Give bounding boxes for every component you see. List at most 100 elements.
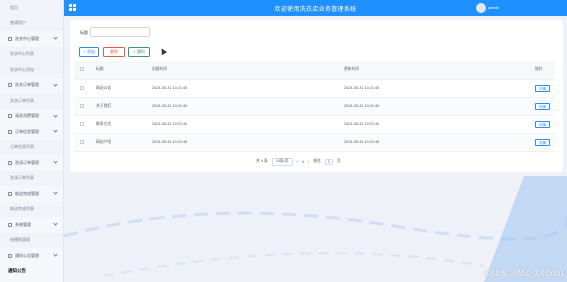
sidebar-item[interactable]: 清洗消费管理	[0, 109, 63, 125]
sidebar-item[interactable]: 洗涤订单管理	[0, 155, 63, 171]
chevron-down-icon	[53, 81, 58, 87]
column-header-created[interactable]: 创建时间	[148, 61, 340, 80]
sidebar-item[interactable]: 洗衣中心列表	[0, 46, 63, 62]
select-all-checkbox-cell[interactable]	[74, 61, 92, 80]
top-bar: 欢迎使用洗衣店业务管理系统 admin	[64, 0, 567, 16]
title-search-input[interactable]	[90, 27, 150, 37]
chevron-down-icon	[53, 190, 58, 195]
row-checkbox-cell[interactable]	[74, 133, 92, 152]
menu-group-icon	[8, 191, 12, 196]
goto-page-input[interactable]: 1	[324, 158, 333, 165]
delete-button[interactable]: 删除	[103, 47, 125, 57]
detail-button[interactable]: 详情	[535, 84, 550, 92]
row-checkbox-cell[interactable]	[74, 97, 92, 116]
sidebar-item[interactable]: 洗衣订单管理	[0, 78, 63, 94]
table-header-row: 标题 创建时间 更新时间 操作	[74, 61, 555, 80]
sidebar-item[interactable]: 普通用户	[0, 15, 63, 31]
notice-table: 标题 创建时间 更新时间 操作 网站公告 2024-05-31 10:21:49 2…	[74, 61, 555, 152]
chevron-down-icon	[53, 112, 58, 118]
search-label: 标题	[80, 30, 88, 35]
cell-created: 2024-05-31 10:21:49	[148, 115, 340, 134]
page-number-current[interactable]: 1	[302, 160, 304, 164]
chevron-down-icon	[53, 252, 58, 257]
sidebar-item-label: 洗涤订单管理	[15, 159, 39, 165]
sidebar-item[interactable]: 轮播图管理	[0, 232, 63, 248]
content-card: 标题 + 添加 删除 + 通知 标题 创建时间 更新时间 操作 网站公告 2024…	[70, 20, 563, 172]
table-row[interactable]: 网站公告 2024-05-31 10:21:49 2024-05-31 10:21:…	[74, 79, 555, 98]
checkbox-icon[interactable]	[80, 121, 84, 126]
sidebar-item[interactable]: 系统管理	[0, 217, 63, 233]
sidebar-item-label: 洗衣中心添加	[10, 66, 34, 72]
cell-updated: 2024-05-31 10:21:49	[340, 97, 531, 116]
notify-button[interactable]: + 通知	[128, 47, 150, 57]
sidebar-item[interactable]: 取送完成管理	[0, 186, 63, 202]
sidebar-item-label: 系统管理	[15, 221, 31, 227]
prev-page-button[interactable]: ‹	[297, 160, 298, 164]
sidebar-item-label: 洗衣订单管理	[15, 82, 39, 88]
chevron-down-icon	[53, 35, 58, 40]
cell-created: 2024-05-31 10:21:49	[148, 79, 340, 98]
cell-title: 网站介绍	[92, 133, 148, 152]
sidebar-item[interactable]: 首页	[0, 0, 63, 16]
page-size-select[interactable]: 10条/页	[271, 157, 293, 166]
chevron-down-icon	[53, 128, 58, 133]
sidebar-item-label: 取送完成管理	[15, 190, 39, 196]
cell-actions: 详情	[531, 79, 555, 98]
cell-title: 关于我们	[92, 97, 148, 116]
menu-group-icon	[8, 36, 12, 41]
row-checkbox-cell[interactable]	[74, 79, 92, 98]
cell-updated: 2024-05-31 10:21:49	[340, 79, 531, 98]
table-row[interactable]: 网站介绍 2024-05-31 10:21:49 2024-05-31 10:21:…	[74, 133, 555, 152]
sidebar-item-label: 洗涤订单列表	[10, 175, 34, 181]
menu-group-icon	[8, 253, 12, 258]
sidebar-item[interactable]: 洗衣中心管理	[0, 31, 63, 47]
watermark: CSDN @MZ_ZXD001	[483, 269, 565, 278]
menu-group-icon	[8, 114, 12, 119]
sidebar-item[interactable]: 洗衣订单列表	[0, 93, 63, 109]
checkbox-icon[interactable]	[80, 103, 84, 108]
sidebar-item-label: 通知公告管理	[15, 252, 39, 258]
add-button[interactable]: + 添加	[79, 47, 99, 57]
row-checkbox-cell[interactable]	[74, 115, 92, 134]
total-count: 共 4 条	[256, 159, 268, 163]
mouse-cursor-icon	[158, 46, 168, 56]
checkbox-icon[interactable]	[80, 139, 84, 144]
cell-created: 2024-05-31 10:21:49	[148, 97, 340, 116]
column-header-updated[interactable]: 更新时间	[340, 61, 531, 80]
table-row[interactable]: 关于我们 2024-05-31 10:21:49 2024-05-31 10:21:…	[74, 97, 555, 116]
cell-actions: 详情	[531, 115, 555, 134]
goto-suffix: 页	[336, 159, 341, 163]
next-page-button[interactable]: ›	[308, 160, 309, 164]
sidebar-item-label: 轮播图管理	[10, 237, 30, 243]
checkbox-icon[interactable]	[80, 85, 84, 90]
sidebar-item-label: 普通用户	[10, 20, 26, 26]
avatar[interactable]	[476, 3, 486, 13]
detail-button[interactable]: 详情	[535, 120, 550, 128]
menu-group-icon	[8, 129, 12, 134]
sidebar-item[interactable]: 洗衣中心添加	[0, 62, 63, 78]
sidebar-item[interactable]: 通知公告管理	[0, 248, 63, 264]
cell-actions: 详情	[531, 133, 555, 152]
sidebar-item[interactable]: 订单信息列表	[0, 139, 63, 155]
sidebar-item-label: 取送完成列表	[10, 206, 34, 212]
sidebar-item-label: 洗衣中心列表	[10, 51, 34, 57]
username-label[interactable]: admin	[488, 5, 499, 10]
sidebar: 首页普通用户洗衣中心管理洗衣中心列表 洗衣中心添加洗衣订单管理洗衣订单列表 清洗消费…	[0, 0, 64, 282]
sidebar-item[interactable]: 通知公告	[0, 264, 63, 280]
menu-group-icon	[8, 160, 12, 165]
sidebar-item-label: 订单信息列表	[10, 144, 34, 150]
chevron-down-icon	[53, 159, 58, 164]
table-row[interactable]: 联系方式 2024-05-31 10:21:49 2024-05-31 10:21:…	[74, 115, 555, 134]
cell-actions: 详情	[531, 97, 555, 116]
goto-label: 前往	[313, 159, 321, 163]
sidebar-item[interactable]: 取送完成列表	[0, 201, 63, 217]
column-header-title[interactable]: 标题	[92, 61, 148, 80]
sidebar-item[interactable]: 订单信息管理	[0, 124, 63, 140]
sidebar-item[interactable]: 洗涤订单列表	[0, 170, 63, 186]
detail-button[interactable]: 详情	[535, 138, 550, 146]
cell-title: 联系方式	[92, 115, 148, 134]
menu-group-icon	[8, 222, 12, 227]
sidebar-item-label: 洗衣中心管理	[15, 35, 39, 41]
checkbox-icon[interactable]	[80, 67, 84, 72]
detail-button[interactable]: 详情	[535, 102, 550, 110]
